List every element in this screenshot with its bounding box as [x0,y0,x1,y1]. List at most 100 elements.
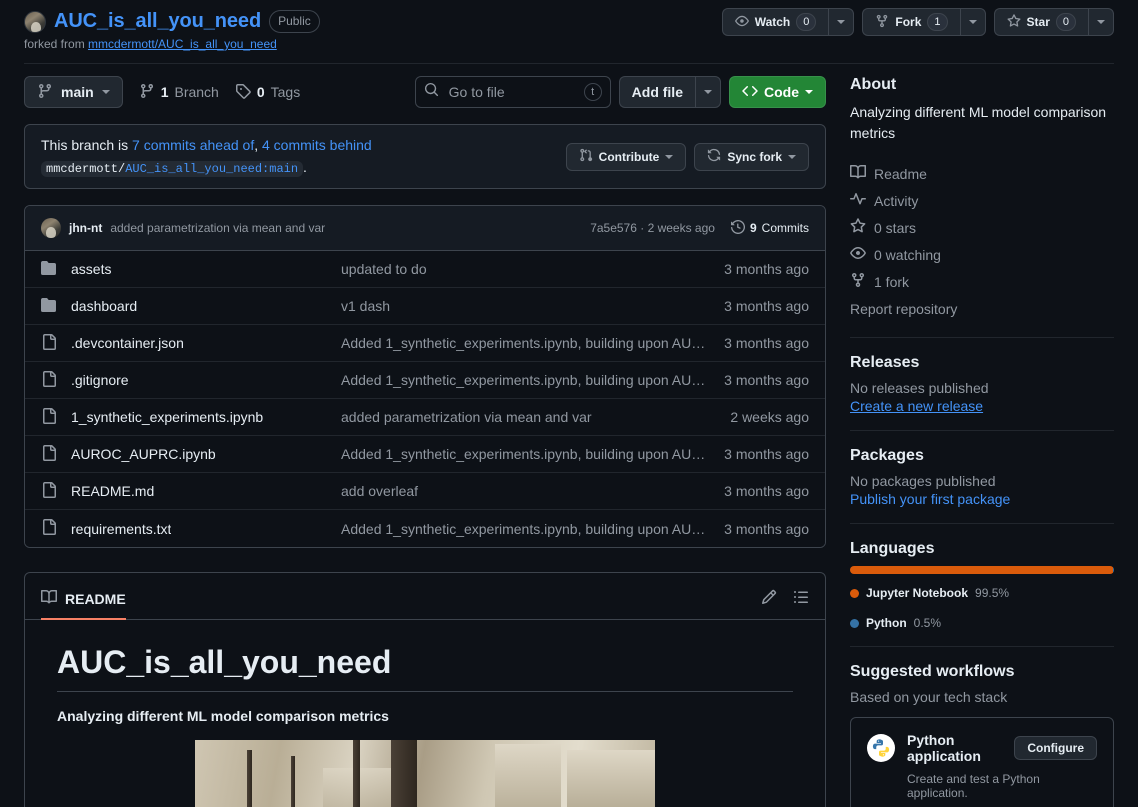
file-commit-time: 3 months ago [724,372,809,389]
forked-from-link[interactable]: mmcdermott/AUC_is_all_you_need [88,37,277,51]
star-icon [1007,13,1021,31]
tag-count-link[interactable]: 0 Tags [235,83,300,102]
sidebar-item-label: 1 fork [874,273,910,290]
commits-behind-link[interactable]: 4 commits behind [262,137,372,153]
file-name[interactable]: requirements.txt [71,521,171,537]
eye-icon [850,245,866,264]
language-legend-item[interactable]: Python 0.5% [850,616,941,630]
book-icon [41,589,58,608]
pencil-icon[interactable] [761,589,777,610]
about-title: About [850,76,897,93]
readme-header-actions [761,589,809,620]
branch-count-link[interactable]: 1 Branch [139,83,219,102]
sidebar-item-activity[interactable]: Activity [850,187,1114,214]
create-release-link[interactable]: Create a new release [850,398,1114,414]
go-to-file-search[interactable]: t [414,76,611,108]
file-commit-message[interactable]: updated to do [341,261,724,277]
file-commit-message[interactable]: add overleaf [341,483,724,499]
file-name[interactable]: .devcontainer.json [71,335,184,351]
file-name[interactable]: README.md [71,483,154,499]
sidebar-item-readme[interactable]: Readme [850,160,1114,187]
file-name[interactable]: .gitignore [71,372,129,388]
list-unordered-icon[interactable] [793,589,809,610]
workflow-card-row: Python application Configure [867,732,1097,764]
commit-sha: 7a5e576 [590,221,637,236]
file-name-cell: assets [41,260,341,279]
table-row[interactable]: requirements.txt Added 1_synthetic_experi… [25,510,825,548]
sidebar-item-stars[interactable]: 0 stars [850,214,1114,241]
file-commit-message[interactable]: added parametrization via mean and var [341,409,730,425]
table-row[interactable]: 1_synthetic_experiments.ipynb added param… [25,399,825,437]
file-name[interactable]: 1_synthetic_experiments.ipynb [71,409,263,425]
fork-label: Fork [895,15,922,29]
report-repository-link[interactable]: Report repository [850,295,1114,321]
tab-readme[interactable]: README [41,589,126,621]
commit-message[interactable]: added parametrization via mean and var [110,221,325,235]
git-pull-request-icon [579,148,593,165]
sidebar-divider [850,646,1114,647]
owner-avatar[interactable] [24,10,46,33]
commits-count-link[interactable]: 9 Commits [730,219,809,237]
chevron-down-icon [1097,20,1105,24]
file-name[interactable]: AUROC_AUPRC.ipynb [71,446,216,462]
contribute-button[interactable]: Contribute [565,142,687,171]
add-file-dropdown-button[interactable] [695,76,721,108]
fork-button[interactable]: Fork 1 [862,8,960,36]
file-name[interactable]: dashboard [71,298,137,314]
tag-icon [235,83,251,102]
table-row[interactable]: .gitignore Added 1_synthetic_experiments.… [25,362,825,400]
configure-button[interactable]: Configure [1014,736,1097,760]
watch-button[interactable]: Watch 0 [721,8,829,36]
commits-ahead-link[interactable]: 7 commits ahead of [132,137,254,153]
table-row[interactable]: README.md add overleaf 3 months ago [25,473,825,511]
fork-dropdown-button[interactable] [959,8,986,36]
file-name-cell: 1_synthetic_experiments.ipynb [41,407,341,427]
language-color-dot [850,618,859,628]
fork-status-banner: This branch is 7 commits ahead of, 4 com… [24,124,826,190]
fork-status-actions: Contribute Sync fork [565,142,809,171]
sidebar-item-watching[interactable]: 0 watching [850,241,1114,268]
releases-title: Releases [850,354,920,371]
watch-dropdown-button[interactable] [828,8,855,36]
table-row[interactable]: assets updated to do 3 months ago [25,251,825,289]
file-commit-message[interactable]: Added 1_synthetic_experiments.ipynb, bui… [341,521,724,537]
branch-selector-button[interactable]: main [24,76,123,108]
page-title[interactable]: AUC_is_all_you_need [54,10,261,33]
branch-icon [37,83,53,102]
commit-sha-and-time[interactable]: 7a5e576 · 2 weeks ago [590,221,715,235]
star-dropdown-button[interactable] [1088,8,1114,36]
code-button-label: Code [764,84,799,100]
search-input[interactable] [446,83,567,101]
language-name: Python [866,616,907,630]
add-file-button[interactable]: Add file [618,76,695,108]
readme-header: README [25,573,825,621]
language-percent: 99.5% [975,586,1010,600]
file-commit-message[interactable]: Added 1_synthetic_experiments.ipynb, bui… [341,446,724,462]
report-repository-label: Report repository [850,301,958,317]
table-row[interactable]: dashboard v1 dash 3 months ago [25,288,825,326]
file-name-cell: .gitignore [41,370,341,390]
table-row[interactable]: AUROC_AUPRC.ipynb Added 1_synthetic_exper… [25,436,825,474]
language-legend-item[interactable]: Jupyter Notebook 99.5% [850,586,1009,600]
publish-package-link[interactable]: Publish your first package [850,491,1114,507]
eye-icon [734,14,749,31]
star-button[interactable]: Star 0 [993,8,1088,36]
workflow-card-python[interactable]: Python application Configure Create and … [850,717,1114,807]
file-commit-message[interactable]: Added 1_synthetic_experiments.ipynb, bui… [341,372,724,388]
code-button[interactable]: Code [729,76,826,108]
language-bar-segment [1112,566,1114,574]
python-logo-icon [867,734,895,762]
fork-button-group: Fork 1 [862,8,986,36]
commit-author[interactable]: jhn-nt [69,221,102,235]
chevron-down-icon [805,90,813,94]
add-file-button-group: Add file [618,76,721,108]
avatar[interactable] [41,218,61,239]
sidebar-item-forks[interactable]: 1 fork [850,268,1114,295]
file-name[interactable]: assets [71,261,111,277]
chevron-down-icon [788,154,796,159]
table-row[interactable]: .devcontainer.json Added 1_synthetic_expe… [25,325,825,363]
file-commit-message[interactable]: v1 dash [341,298,724,314]
base-branch-ref[interactable]: mmcdermott/AUC_is_all_you_need:main [41,160,304,177]
sync-fork-button[interactable]: Sync fork [694,142,809,171]
file-commit-message[interactable]: Added 1_synthetic_experiments.ipynb, bui… [341,335,724,351]
